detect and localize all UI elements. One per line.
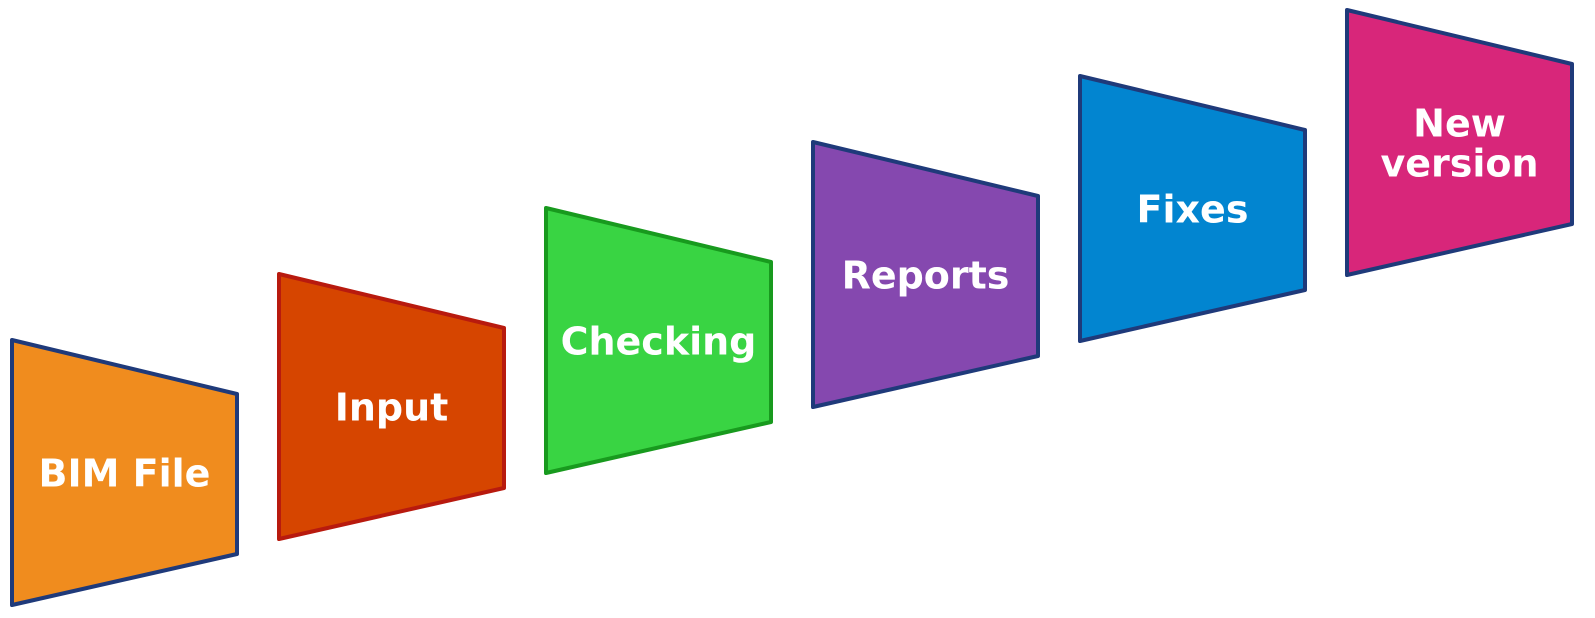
step-bim-file: BIM File [10, 338, 239, 607]
step-checking: Checking [544, 206, 773, 475]
step-label-new-version: New [1413, 101, 1506, 145]
step-label-bim-file: BIM File [39, 451, 211, 495]
step-new-version: Newversion [1345, 8, 1574, 277]
process-flow-diagram: BIM File Input Checking Reports Fixes Newvers… [10, 8, 1574, 607]
step-label-fixes: Fixes [1137, 187, 1249, 231]
step-label-checking: Checking [561, 319, 757, 363]
step-fixes: Fixes [1078, 74, 1307, 343]
step-label-new-version: version [1380, 141, 1538, 185]
step-label-input: Input [335, 385, 449, 429]
steps-layer: BIM File Input Checking Reports Fixes Newvers… [10, 8, 1574, 607]
step-reports: Reports [811, 140, 1040, 409]
step-input: Input [277, 272, 506, 541]
step-label-reports: Reports [842, 253, 1010, 297]
